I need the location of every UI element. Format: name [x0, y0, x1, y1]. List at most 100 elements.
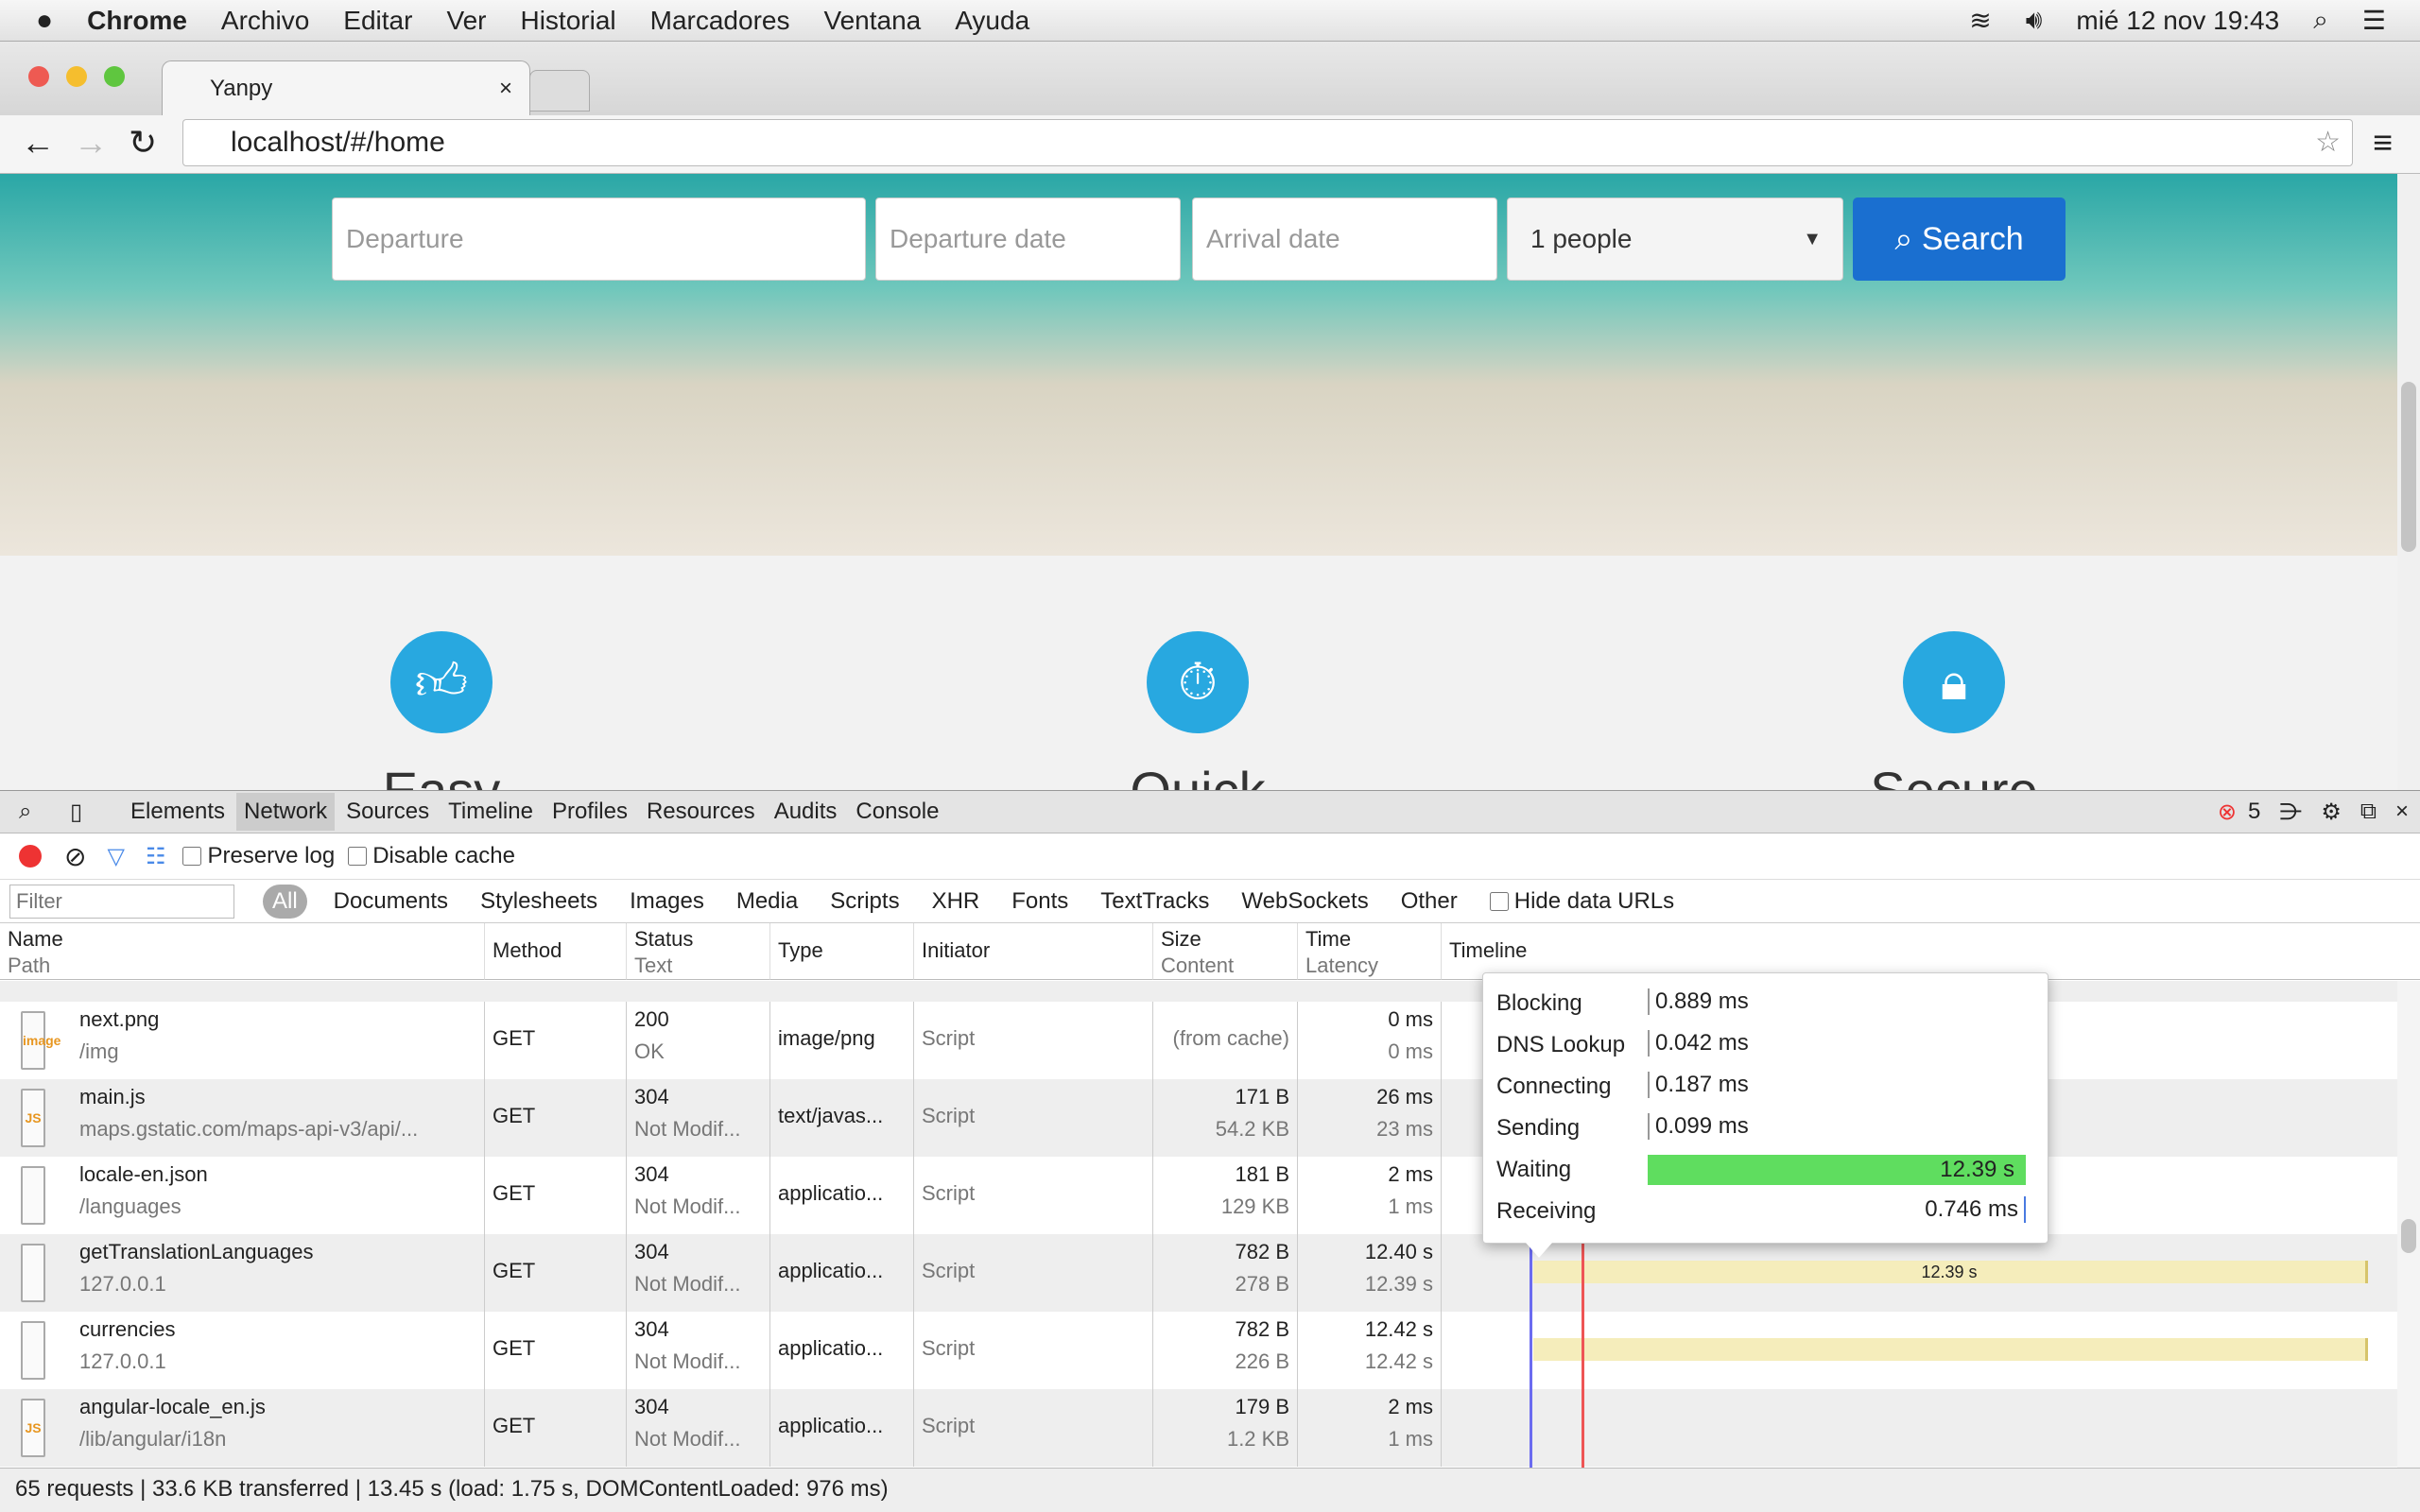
record-icon[interactable]	[19, 845, 42, 868]
departure-date-input[interactable]: Departure date	[875, 198, 1181, 281]
hide-data-urls-checkbox[interactable]	[1489, 891, 1509, 911]
request-name[interactable]: getTranslationLanguages	[79, 1240, 476, 1264]
clock[interactable]: mié 12 nov 19:43	[2076, 6, 2279, 36]
cell: GET	[485, 1234, 627, 1312]
request-name[interactable]: currencies	[79, 1317, 476, 1342]
request-name[interactable]: next.png	[79, 1007, 476, 1032]
filter-scripts[interactable]: Scripts	[830, 888, 899, 915]
request-row[interactable]: getTranslationLanguages 127.0.0.1 GET 304 No…	[0, 1234, 2397, 1312]
inspect-search-icon[interactable]: ⌕	[19, 799, 31, 825]
devtools-panel: ⌕ ▯ Elements Network Sources Timeline Pr…	[0, 790, 2420, 1512]
tab-audits[interactable]: Audits	[767, 793, 845, 831]
tab-timeline[interactable]: Timeline	[441, 793, 541, 831]
filter-documents[interactable]: Documents	[334, 888, 448, 915]
menu-ventana[interactable]: Ventana	[823, 6, 921, 36]
clear-icon[interactable]: ⊘	[64, 841, 86, 872]
menu-ver[interactable]: Ver	[446, 6, 486, 36]
file-js-icon: JS	[21, 1089, 45, 1147]
filter-other[interactable]: Other	[1401, 888, 1458, 915]
filter-websockets[interactable]: WebSockets	[1241, 888, 1368, 915]
forward-icon[interactable]: →	[74, 123, 108, 163]
back-icon[interactable]: ←	[21, 123, 55, 163]
address-bar[interactable]: localhost/#/home ☆	[182, 119, 2353, 166]
chrome-menu-icon[interactable]: ≡	[2373, 123, 2393, 163]
menu-editar[interactable]: Editar	[343, 6, 412, 36]
tab-sources[interactable]: Sources	[338, 793, 437, 831]
list-scrollbar[interactable]	[2397, 981, 2420, 1468]
request-row[interactable]: JS angular-locale_en.js/lib/angular/i18n G…	[0, 1389, 2397, 1467]
tab-elements[interactable]: Elements	[123, 793, 233, 831]
request-initiator[interactable]: Script	[922, 1259, 1145, 1283]
preserve-log-checkbox[interactable]	[182, 847, 202, 866]
request-initiator[interactable]: Script	[922, 1336, 1145, 1361]
request-name[interactable]: locale-en.json	[79, 1162, 476, 1187]
spotlight-icon[interactable]: ⌕	[2313, 5, 2328, 36]
menu-marcadores[interactable]: Marcadores	[650, 6, 790, 36]
request-size: 782 B	[1235, 1240, 1290, 1263]
filter-fonts[interactable]: Fonts	[1011, 888, 1068, 915]
filter-all[interactable]: All	[263, 884, 307, 919]
page-scrollbar[interactable]	[2397, 174, 2420, 790]
people-select[interactable]: 1 people ▼	[1507, 198, 1843, 281]
close-window-button[interactable]	[28, 66, 49, 87]
timeline-bar[interactable]: 12.39 s	[1533, 1261, 2368, 1283]
col-method[interactable]: Method	[485, 923, 627, 980]
zoom-window-button[interactable]	[104, 66, 125, 87]
filter-media[interactable]: Media	[736, 888, 798, 915]
filter-funnel-icon[interactable]: ▽	[107, 843, 124, 870]
departure-input[interactable]: Departure	[332, 198, 866, 281]
console-drawer-icon[interactable]: ⋺	[2272, 793, 2309, 832]
timing-popover: Blocking 0.889 ms DNS Lookup 0.042 ms Connec…	[1482, 972, 2048, 1244]
settings-gear-icon[interactable]: ⚙	[2313, 793, 2349, 832]
menu-ayuda[interactable]: Ayuda	[955, 6, 1029, 36]
col-timeline[interactable]: Timeline	[1442, 923, 2420, 980]
request-initiator[interactable]: Script	[922, 1181, 1145, 1206]
arrival-date-input[interactable]: Arrival date	[1192, 198, 1497, 281]
dock-icon[interactable]: ⧉	[2353, 793, 2384, 831]
wifi-icon[interactable]: ≋	[1969, 5, 1991, 36]
menu-historial[interactable]: Historial	[520, 6, 615, 36]
apple-icon[interactable]: ●	[36, 5, 53, 37]
request-initiator[interactable]: Script	[922, 1414, 1145, 1438]
minimize-window-button[interactable]	[66, 66, 87, 87]
col-type[interactable]: Type	[770, 923, 914, 980]
timeline-bar[interactable]	[1533, 1338, 2368, 1361]
search-button[interactable]: ⌕ Search	[1853, 198, 2066, 281]
request-size: 782 B	[1235, 1317, 1290, 1341]
col-size[interactable]: Size Content	[1153, 923, 1298, 980]
filter-xhr[interactable]: XHR	[932, 888, 980, 915]
request-initiator[interactable]: Script	[922, 1104, 1145, 1128]
request-row[interactable]: currencies 127.0.0.1 GET 304 Not Modif... app…	[0, 1312, 2397, 1389]
filter-texttracks[interactable]: TextTracks	[1100, 888, 1209, 915]
request-name[interactable]: angular-locale_en.js	[79, 1395, 476, 1419]
col-time[interactable]: Time Latency	[1298, 923, 1442, 980]
menu-app[interactable]: Chrome	[87, 6, 187, 36]
filter-images[interactable]: Images	[630, 888, 704, 915]
request-type: applicatio...	[778, 1181, 884, 1205]
close-tab-icon[interactable]: ×	[499, 76, 512, 102]
tab-console[interactable]: Console	[848, 793, 946, 831]
filter-stylesheets[interactable]: Stylesheets	[480, 888, 597, 915]
filter-input[interactable]	[9, 884, 234, 919]
request-initiator[interactable]: Script	[922, 1026, 1145, 1051]
new-tab-button[interactable]	[529, 70, 590, 112]
notification-center-icon[interactable]: ☰	[2362, 5, 2386, 36]
disable-cache-checkbox[interactable]	[348, 847, 368, 866]
tab-resources[interactable]: Resources	[639, 793, 763, 831]
bookmark-star-icon[interactable]: ☆	[2315, 120, 2341, 165]
reload-icon[interactable]: ↻	[129, 123, 157, 163]
menu-archivo[interactable]: Archivo	[221, 6, 309, 36]
error-icon[interactable]: ⊗	[2210, 793, 2244, 832]
error-count[interactable]: 5	[2240, 793, 2268, 831]
col-status[interactable]: Status Text	[627, 923, 770, 980]
tab-profiles[interactable]: Profiles	[544, 793, 635, 831]
tab-network[interactable]: Network	[236, 793, 336, 831]
request-name[interactable]: main.js	[79, 1085, 476, 1109]
volume-icon[interactable]: 🔊︎	[2026, 5, 2043, 36]
device-mode-icon[interactable]: ▯	[70, 799, 82, 826]
large-rows-icon[interactable]: ☷	[146, 843, 166, 870]
browser-tab[interactable]: Yanpy ×	[162, 60, 530, 115]
col-name[interactable]: Name Path	[0, 923, 485, 980]
col-initiator[interactable]: Initiator	[914, 923, 1153, 980]
close-devtools-icon[interactable]: ×	[2388, 793, 2416, 831]
